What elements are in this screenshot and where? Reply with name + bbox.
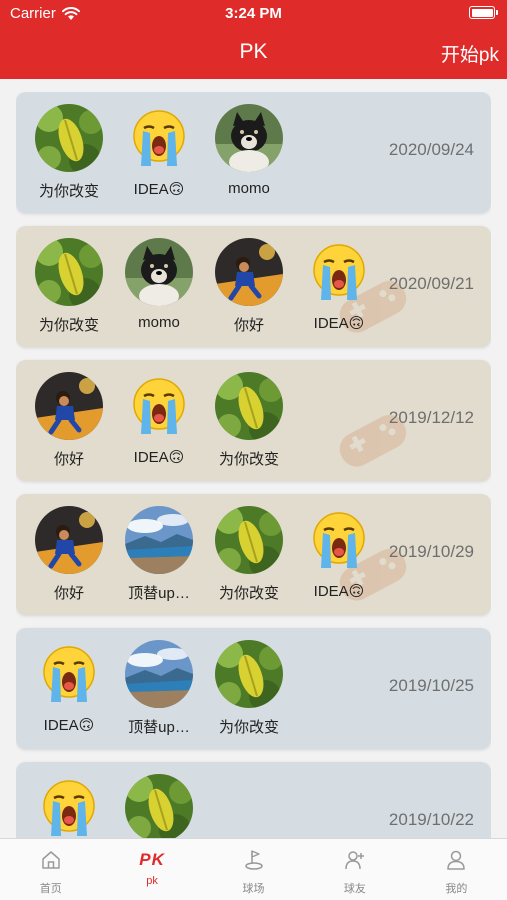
player-avatar — [125, 104, 193, 172]
match-card[interactable]: 为你改变 momo 你好 IDEA🙃 2020/09/21 — [16, 226, 491, 347]
home-icon — [40, 849, 62, 876]
player-avatar — [35, 104, 103, 172]
player-avatar — [35, 640, 103, 708]
player: 为你改变 — [24, 104, 114, 201]
player-name: 为你改变 — [218, 719, 279, 736]
tab-label: 首页 — [39, 883, 62, 895]
pk-logo-icon: PK — [139, 850, 165, 869]
match-date: 2019/10/29 — [388, 542, 474, 561]
player: 顶替up… — [114, 506, 204, 603]
player-avatar — [35, 774, 103, 838]
start-pk-button[interactable]: 开始pk — [441, 40, 499, 67]
player-name: 你好 — [233, 317, 264, 334]
tab-label: pk — [146, 875, 158, 887]
player-avatar — [35, 372, 103, 440]
player — [114, 774, 204, 838]
tab-label: 我的 — [445, 883, 468, 895]
match-list[interactable]: 为你改变 IDEA🙃 momo 2020/09/24 为你改变 momo 你好 IDEA🙃 20… — [16, 92, 491, 838]
player-name: IDEA🙃 — [313, 315, 365, 332]
tab-pk[interactable]: PK pk — [101, 839, 202, 900]
player-avatar — [215, 238, 283, 306]
match-card[interactable]: IDEA🙃 顶替up… 为你改变 2019/10/25 — [16, 628, 491, 749]
player-avatar — [125, 774, 193, 838]
player: 为你改变 — [24, 238, 114, 335]
player-name: momo — [138, 314, 180, 331]
tab-label: 球友 — [343, 883, 366, 895]
player: 你好 — [24, 372, 114, 469]
player-name: IDEA🙃 — [313, 583, 365, 600]
player-avatar — [125, 640, 193, 708]
match-date: 2019/12/12 — [388, 408, 474, 427]
nav-bar: Carrier 3:24 PM PK 开始pk — [0, 0, 507, 79]
battery-icon — [469, 6, 498, 19]
court-icon — [243, 849, 265, 876]
player: 为你改变 — [204, 372, 294, 469]
match-card[interactable]: 你好 IDEA🙃 为你改变 2019/12/12 — [16, 360, 491, 481]
match-card[interactable]: 为你改变 IDEA🙃 momo 2020/09/24 — [16, 92, 491, 213]
player-name: IDEA🙃 — [43, 717, 95, 734]
player-row: IDEA🙃 顶替up… 为你改变 — [24, 640, 294, 737]
match-card[interactable]: 2019/10/22 — [16, 762, 491, 838]
tab-bar: 首页 PK pk 球场 球友 我的 — [0, 838, 507, 900]
player-avatar — [215, 104, 283, 172]
player-row: 你好 顶替up… 为你改变 IDEA🙃 — [24, 506, 384, 603]
match-date: 2020/09/24 — [388, 140, 474, 159]
player: momo — [114, 238, 204, 335]
player-name: 你好 — [53, 585, 84, 602]
player-avatar — [125, 506, 193, 574]
player: 为你改变 — [204, 640, 294, 737]
player-name: 顶替up… — [128, 719, 190, 736]
player-name: momo — [228, 180, 270, 197]
status-bar: Carrier 3:24 PM — [0, 5, 507, 25]
player: IDEA🙃 — [294, 506, 384, 603]
player-name: IDEA🙃 — [133, 181, 185, 198]
player: 顶替up… — [114, 640, 204, 737]
match-card[interactable]: 你好 顶替up… 为你改变 IDEA🙃 2019/10/29 — [16, 494, 491, 615]
player: IDEA🙃 — [294, 238, 384, 335]
player: IDEA🙃 — [24, 640, 114, 737]
player-avatar — [35, 238, 103, 306]
tab-home[interactable]: 首页 — [0, 839, 101, 900]
match-date: 2019/10/25 — [388, 676, 474, 695]
player — [24, 774, 114, 838]
player-avatar — [215, 372, 283, 440]
player-avatar — [215, 640, 283, 708]
person-icon — [445, 849, 467, 876]
player-name: 为你改变 — [218, 451, 279, 468]
status-time: 3:24 PM — [225, 5, 282, 22]
player-name: 为你改变 — [218, 585, 279, 602]
player-name: 为你改变 — [38, 317, 99, 334]
player-name: 你好 — [53, 451, 84, 468]
player: 你好 — [24, 506, 114, 603]
player-name: IDEA🙃 — [133, 449, 185, 466]
player-avatar — [125, 238, 193, 306]
player: IDEA🙃 — [114, 372, 204, 469]
player: 为你改变 — [204, 506, 294, 603]
player-avatar — [305, 238, 373, 306]
match-date: 2020/09/21 — [388, 274, 474, 293]
player-row — [24, 774, 204, 838]
player: IDEA🙃 — [114, 104, 204, 201]
player-name: 顶替up… — [128, 585, 190, 602]
player-row: 为你改变 IDEA🙃 momo — [24, 104, 294, 201]
match-date: 2019/10/22 — [388, 810, 474, 829]
tab-mine[interactable]: 我的 — [406, 839, 507, 900]
player-avatar — [35, 506, 103, 574]
player: 你好 — [204, 238, 294, 335]
tab-court[interactable]: 球场 — [203, 839, 304, 900]
tab-label: 球场 — [242, 883, 265, 895]
player-name: 为你改变 — [38, 183, 99, 200]
tab-friends[interactable]: 球友 — [304, 839, 405, 900]
player-avatar — [125, 372, 193, 440]
player-avatar — [305, 506, 373, 574]
player-row: 你好 IDEA🙃 为你改变 — [24, 372, 294, 469]
player: momo — [204, 104, 294, 201]
player-avatar — [215, 506, 283, 574]
page-title: PK — [239, 40, 268, 63]
player-row: 为你改变 momo 你好 IDEA🙃 — [24, 238, 384, 335]
add-friend-icon — [344, 849, 366, 876]
